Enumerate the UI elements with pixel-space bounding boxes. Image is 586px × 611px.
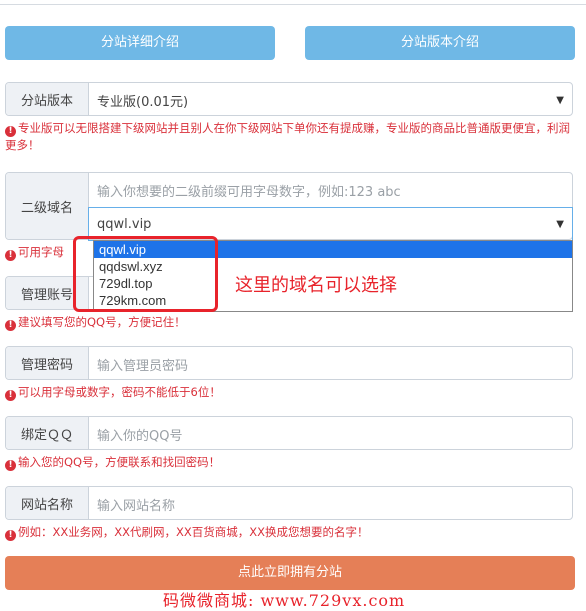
domain-selected-value: qqwl.vip xyxy=(97,216,152,232)
version-hint: ! 专业版可以无限搭建下级网站并且别人在你下级网站下单你还有提成赚，专业版的商品比… xyxy=(5,121,570,152)
sitename-hint: ! 例如：XX业务网，XX代刷网，XX百货商城，XX换成您想要的名字！ xyxy=(5,524,580,541)
submit-button[interactable]: 点此立即拥有分站 xyxy=(5,556,575,590)
version-label: 分站版本 xyxy=(6,83,89,115)
sitename-label: 网站名称 xyxy=(6,487,89,519)
domain-row: 二级域名 输入你想要的二级前缀可用字母数字，例如:123 abc qqwl.vi… xyxy=(5,172,573,241)
warning-icon: ! xyxy=(5,530,16,541)
version-select[interactable]: 专业版(0.01元) ▼ xyxy=(89,83,572,117)
qq-label: 绑定ＱＱ xyxy=(6,417,89,449)
password-label: 管理密码 xyxy=(6,347,89,379)
warning-icon: ! xyxy=(5,320,16,331)
password-row: 管理密码 输入管理员密码 xyxy=(5,346,573,380)
qq-input[interactable]: 输入你的QQ号 xyxy=(89,417,572,451)
domain-prefix-input[interactable]: 输入你想要的二级前缀可用字母数字，例如:123 abc xyxy=(89,173,572,208)
version-select-row: 分站版本 专业版(0.01元) ▼ xyxy=(5,82,573,116)
chevron-down-icon: ▼ xyxy=(556,94,564,106)
qq-row: 绑定ＱＱ 输入你的QQ号 xyxy=(5,416,573,450)
warning-icon: ! xyxy=(5,390,16,401)
detail-intro-button[interactable]: 分站详细介绍 xyxy=(5,26,275,60)
annotation-highlight-box xyxy=(73,236,218,312)
domain-label: 二级域名 xyxy=(6,173,89,239)
warning-icon: ! xyxy=(5,126,16,137)
account-hint: ! 建议填写您的QQ号，方便记住！ xyxy=(5,314,580,331)
version-selected-value: 专业版(0.01元) xyxy=(97,94,189,110)
sitename-row: 网站名称 输入网站名称 xyxy=(5,486,573,520)
warning-icon: ! xyxy=(5,250,16,261)
password-input[interactable]: 输入管理员密码 xyxy=(89,347,572,381)
password-hint: ! 可以用字母或数字，密码不能低于6位！ xyxy=(5,384,580,401)
top-divider xyxy=(0,0,586,5)
annotation-note: 这里的域名可以选择 xyxy=(235,275,397,296)
watermark: 码微微商城: www.729vx.com xyxy=(163,591,406,610)
qq-hint: ! 输入您的QQ号，方便联系和找回密码！ xyxy=(5,454,580,471)
warning-icon: ! xyxy=(5,460,16,471)
sitename-input[interactable]: 输入网站名称 xyxy=(89,487,572,521)
version-intro-button[interactable]: 分站版本介绍 xyxy=(305,26,575,60)
chevron-down-icon: ▼ xyxy=(556,218,564,230)
